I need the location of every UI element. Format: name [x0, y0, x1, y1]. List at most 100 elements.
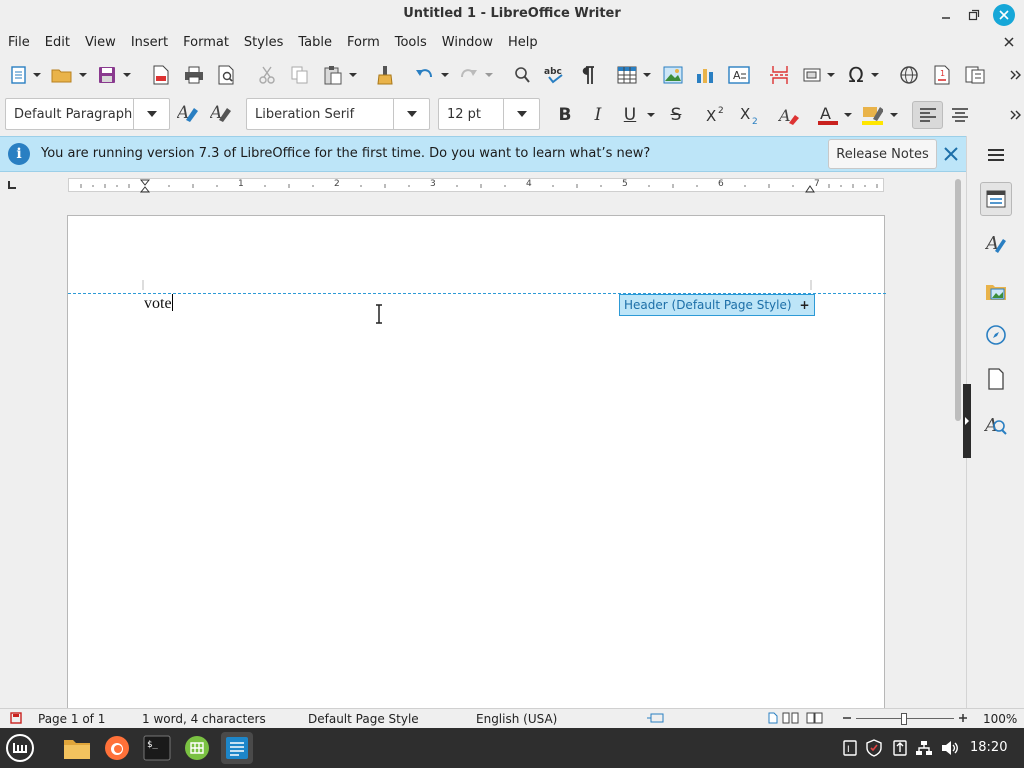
zoom-in-icon[interactable]	[957, 712, 969, 727]
menu-file[interactable]: File	[8, 35, 30, 50]
paragraph-style-combo[interactable]: Default Paragraph	[5, 98, 170, 130]
language[interactable]: English (USA)	[476, 712, 557, 726]
chevron-down-icon[interactable]	[30, 64, 44, 86]
volume-icon[interactable]	[940, 738, 960, 758]
clock[interactable]: 18:20	[970, 740, 1007, 755]
superscript-icon[interactable]: X2	[705, 104, 727, 126]
header-text[interactable]: vote	[144, 294, 173, 313]
menu-insert[interactable]: Insert	[131, 35, 168, 50]
menu-form[interactable]: Form	[347, 35, 380, 50]
book-view-icon[interactable]	[806, 712, 824, 727]
maximize-button[interactable]	[963, 4, 985, 26]
chevron-down-icon[interactable]	[824, 64, 838, 86]
clone-formatting-icon[interactable]	[374, 64, 396, 86]
network-icon[interactable]	[914, 738, 934, 758]
page-style[interactable]: Default Page Style	[308, 712, 419, 726]
toolbar-overflow-icon[interactable]	[1004, 104, 1024, 126]
close-infobar-button[interactable]	[942, 145, 960, 163]
close-window-button[interactable]	[993, 4, 1015, 26]
subscript-icon[interactable]: X2	[739, 104, 761, 126]
chevron-down-icon[interactable]	[887, 104, 901, 126]
open-folder-icon[interactable]	[51, 64, 73, 86]
bold-button[interactable]: B	[553, 104, 577, 126]
font-color-icon[interactable]: A	[817, 104, 839, 126]
writer-app-icon[interactable]	[221, 732, 253, 764]
zoom-slider-thumb[interactable]	[901, 713, 907, 725]
menu-window[interactable]: Window	[442, 35, 493, 50]
updates-icon[interactable]	[890, 738, 910, 758]
save-icon[interactable]	[96, 64, 118, 86]
word-count[interactable]: 1 word, 4 characters	[142, 712, 266, 726]
new-style-icon[interactable]: A	[210, 102, 232, 124]
scrollbar-thumb[interactable]	[955, 179, 961, 421]
document-page[interactable]: vote Header (Default Page Style) +	[67, 215, 886, 708]
export-pdf-icon[interactable]	[150, 64, 172, 86]
align-left-icon[interactable]	[912, 101, 943, 129]
sidebar-collapse-handle[interactable]	[963, 384, 971, 458]
insert-image-icon[interactable]	[662, 64, 684, 86]
tab-stop-selector[interactable]	[8, 181, 16, 189]
strikethrough-button[interactable]: S	[664, 104, 688, 126]
special-character-icon[interactable]: Ω	[845, 63, 867, 87]
sidebar-style-inspector-icon[interactable]: A	[983, 412, 1009, 438]
page-break-icon[interactable]	[769, 64, 791, 86]
plus-icon[interactable]: +	[800, 298, 810, 312]
font-size-combo[interactable]: 12 pt	[438, 98, 540, 130]
sidebar-page-icon[interactable]	[983, 366, 1009, 392]
sidebar-navigator-icon[interactable]	[983, 322, 1009, 348]
font-name-combo[interactable]: Liberation Serif	[246, 98, 430, 130]
files-app-icon[interactable]	[61, 732, 93, 764]
terminal-app-icon[interactable]: $_	[141, 732, 173, 764]
release-notes-button[interactable]: Release Notes	[828, 139, 937, 169]
undo-icon[interactable]	[414, 64, 436, 86]
redo-icon[interactable]	[457, 64, 479, 86]
align-center-icon[interactable]	[949, 104, 971, 126]
sidebar-menu-icon[interactable]	[983, 142, 1009, 168]
menu-tools[interactable]: Tools	[395, 35, 427, 50]
italic-button[interactable]: I	[586, 104, 610, 126]
menu-table[interactable]: Table	[298, 35, 332, 50]
chevron-down-icon[interactable]	[133, 99, 169, 129]
sidebar-properties-icon[interactable]	[980, 182, 1012, 216]
footnote-icon[interactable]: 1	[931, 64, 953, 86]
document-area[interactable]: 1 2 3 4 5 6 7 vote Header (Default Page …	[0, 173, 952, 708]
sidebar-gallery-icon[interactable]	[983, 278, 1009, 304]
chevron-down-icon[interactable]	[868, 64, 882, 86]
clear-formatting-icon[interactable]: A	[778, 104, 800, 126]
chevron-down-icon[interactable]	[438, 64, 452, 86]
chevron-down-icon[interactable]	[640, 64, 654, 86]
cut-icon[interactable]	[256, 64, 278, 86]
sidebar-styles-icon[interactable]: A	[983, 230, 1009, 256]
page-count[interactable]: Page 1 of 1	[38, 712, 105, 726]
minimize-button[interactable]	[935, 4, 957, 26]
chevron-down-icon[interactable]	[482, 64, 496, 86]
start-menu-icon[interactable]	[4, 732, 36, 764]
chevron-down-icon[interactable]	[841, 104, 855, 126]
chevron-down-icon[interactable]	[644, 104, 658, 126]
spreadsheet-app-icon[interactable]	[181, 732, 213, 764]
zoom-out-icon[interactable]	[841, 712, 853, 727]
highlight-color-icon[interactable]	[861, 104, 883, 126]
print-icon[interactable]	[183, 64, 205, 86]
close-document-button[interactable]	[1000, 33, 1018, 51]
underline-button[interactable]: U	[618, 104, 642, 126]
keyboard-layout-icon[interactable]: I	[840, 738, 860, 758]
chevron-down-icon[interactable]	[503, 99, 539, 129]
chevron-down-icon[interactable]	[393, 99, 429, 129]
menu-edit[interactable]: Edit	[45, 35, 70, 50]
chevron-down-icon[interactable]	[346, 64, 360, 86]
horizontal-ruler[interactable]: 1 2 3 4 5 6 7	[68, 178, 884, 193]
shield-icon[interactable]	[864, 738, 884, 758]
formatting-marks-icon[interactable]	[576, 64, 598, 86]
print-preview-icon[interactable]	[216, 64, 238, 86]
menu-view[interactable]: View	[85, 35, 116, 50]
hyperlink-icon[interactable]	[898, 64, 920, 86]
firefox-app-icon[interactable]	[101, 732, 133, 764]
chevron-down-icon[interactable]	[120, 64, 134, 86]
menu-styles[interactable]: Styles	[244, 35, 283, 50]
insert-field-icon[interactable]	[802, 64, 824, 86]
chevron-down-icon[interactable]	[76, 64, 90, 86]
header-style-tag[interactable]: Header (Default Page Style) +	[619, 294, 815, 316]
selection-mode-icon[interactable]	[647, 712, 665, 727]
document-modified-icon[interactable]	[10, 712, 22, 727]
